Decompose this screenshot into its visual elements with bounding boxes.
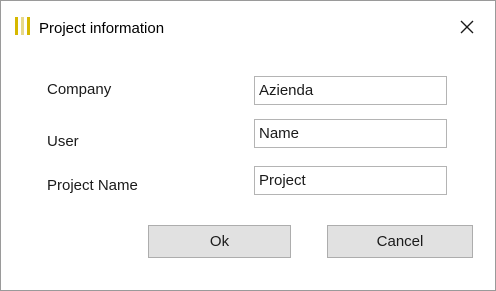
project-name-label: Project Name xyxy=(47,177,138,194)
title-bar[interactable]: Project information xyxy=(1,1,495,41)
user-label: User xyxy=(47,133,79,150)
close-icon xyxy=(460,20,474,34)
project-name-input[interactable] xyxy=(254,166,447,195)
ok-button[interactable]: Ok xyxy=(148,225,291,258)
company-input[interactable] xyxy=(254,76,447,105)
close-button[interactable] xyxy=(449,13,485,41)
folder-bars-icon xyxy=(15,17,31,35)
cancel-button[interactable]: Cancel xyxy=(327,225,473,258)
company-label: Company xyxy=(47,81,112,98)
project-information-dialog: Project information Company User Project… xyxy=(0,0,496,291)
window-title: Project information xyxy=(39,20,165,37)
user-input[interactable] xyxy=(254,119,447,148)
